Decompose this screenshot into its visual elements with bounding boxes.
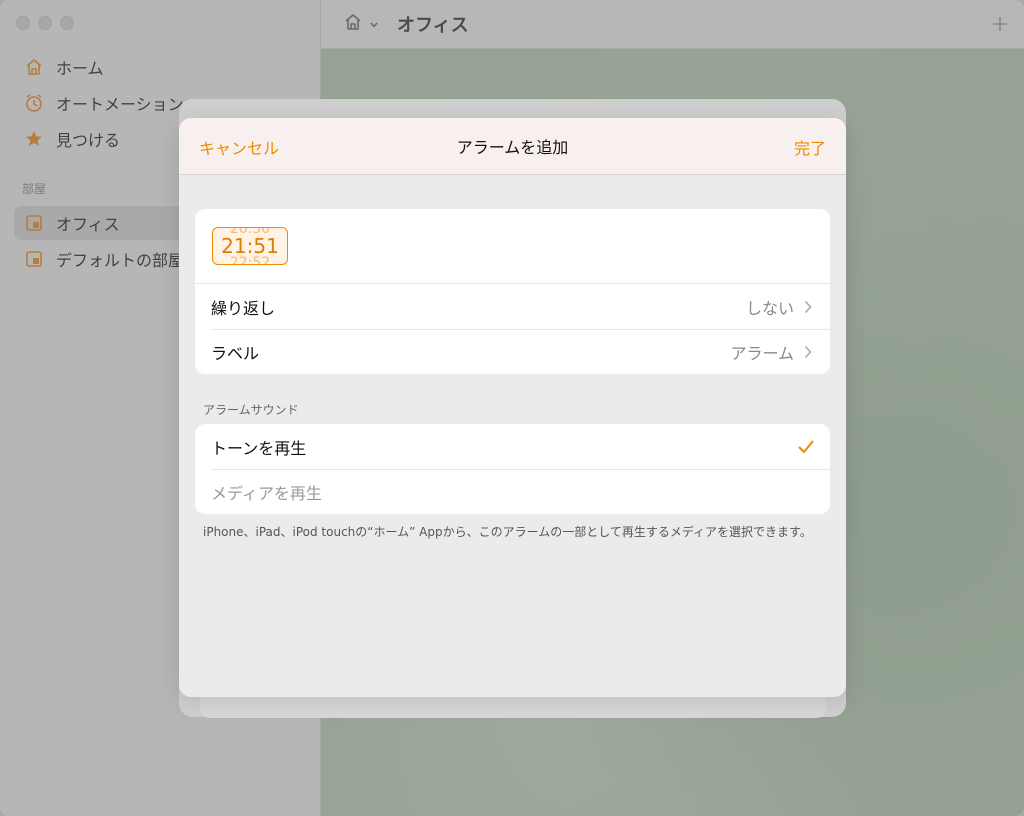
label-value: アラーム xyxy=(730,343,794,363)
repeat-value: しない xyxy=(745,298,794,318)
label-label: ラベル xyxy=(211,343,260,363)
chevron-right-icon xyxy=(804,345,814,359)
label-row[interactable]: ラベル アラーム xyxy=(195,329,830,374)
time-picker-prev: 20:50 xyxy=(229,227,271,237)
media-footnote: iPhone、iPad、iPod touchの“ホーム” Appから、このアラー… xyxy=(203,525,812,539)
repeat-row[interactable]: 繰り返し しない xyxy=(195,284,830,329)
play-tone-label: トーンを再生 xyxy=(211,438,307,458)
time-row: 20:50 21:51 22:52 xyxy=(195,209,830,284)
sheet-title: アラームを追加 xyxy=(456,138,569,157)
alarm-sound-group: トーンを再生 メディアを再生 xyxy=(195,424,830,514)
play-tone-option[interactable]: トーンを再生 xyxy=(195,424,830,469)
alarm-sound-section-title: アラームサウンド xyxy=(203,403,299,417)
time-picker-next: 22:52 xyxy=(229,255,271,265)
cancel-button[interactable]: キャンセル xyxy=(199,118,279,175)
alarm-settings-group: 20:50 21:51 22:52 繰り返し しない ラベル アラーム xyxy=(195,209,830,374)
play-media-label: メディアを再生 xyxy=(211,483,322,503)
done-button[interactable]: 完了 xyxy=(794,118,826,175)
sheet-header: キャンセル アラームを追加 完了 xyxy=(179,118,846,175)
add-alarm-sheet: キャンセル アラームを追加 完了 20:50 21:51 22:52 繰り返し … xyxy=(179,118,846,697)
play-media-option[interactable]: メディアを再生 xyxy=(195,469,830,514)
repeat-label: 繰り返し xyxy=(211,298,276,318)
checkmark-icon xyxy=(798,440,814,454)
time-picker[interactable]: 20:50 21:51 22:52 xyxy=(212,227,288,265)
chevron-right-icon xyxy=(804,300,814,314)
